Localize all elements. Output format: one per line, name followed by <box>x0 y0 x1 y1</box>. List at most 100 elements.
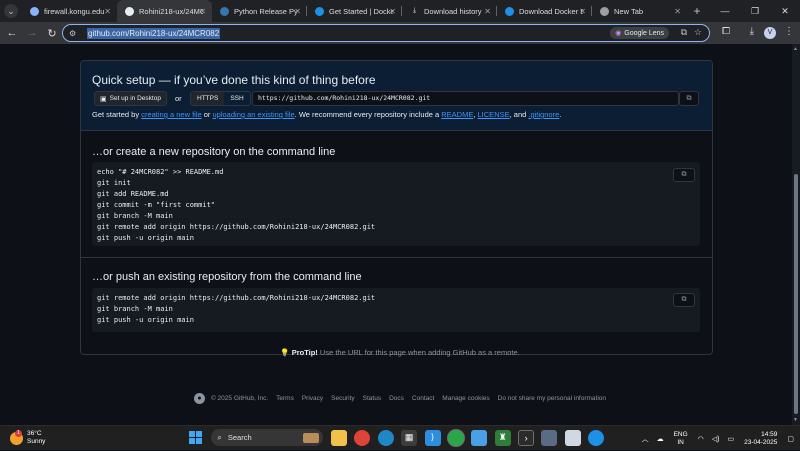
https-button[interactable]: HTTPS <box>191 92 225 105</box>
tab-github-repo[interactable]: Rohini218-ux/24MCR082 ✕ <box>117 0 212 22</box>
scroll-down-icon[interactable]: ▼ <box>793 417 798 423</box>
close-icon[interactable]: ✕ <box>484 7 491 16</box>
notification-icon[interactable]: ▢ <box>787 435 794 443</box>
address-bar[interactable]: ⚙ github.com/Rohini218-ux/24MCR082 ◉ Goo… <box>62 24 710 42</box>
vscode-icon[interactable]: ⟩ <box>424 429 441 446</box>
page-scrollbar[interactable]: ▲ ▼ <box>792 44 800 425</box>
push-existing-repo-code[interactable]: git remote add origin https://github.com… <box>92 288 700 332</box>
chevron-up-icon[interactable]: ︿ <box>642 434 649 444</box>
maximize-button[interactable]: ❐ <box>740 0 770 22</box>
chrome-icon[interactable] <box>447 429 464 446</box>
profile-avatar[interactable]: V <box>764 27 776 39</box>
ssh-button[interactable]: SSH <box>224 92 249 105</box>
github-logo-icon[interactable]: ● <box>193 393 205 404</box>
file-explorer-icon[interactable] <box>331 429 348 446</box>
tab-download-history[interactable]: ⤓ Download history ✕ <box>402 0 497 22</box>
forward-button[interactable]: → <box>22 27 42 39</box>
chrome-icon[interactable] <box>354 429 371 446</box>
footer-link-privacy[interactable]: Privacy <box>302 395 323 402</box>
scroll-up-icon[interactable]: ▲ <box>793 46 798 52</box>
close-icon[interactable]: ✕ <box>674 7 681 16</box>
windows-start-icon[interactable] <box>188 430 204 446</box>
copy-code-button[interactable]: ⧉ <box>673 293 695 307</box>
download-icon[interactable]: ⤓ <box>750 26 754 37</box>
setup-in-desktop-button[interactable]: ▣ Set up in Desktop <box>94 91 167 106</box>
install-app-icon[interactable]: ⧉ <box>681 27 687 38</box>
edge-icon[interactable] <box>377 429 394 446</box>
app-icon[interactable] <box>541 429 558 446</box>
footer-link-docs[interactable]: Docs <box>389 395 404 402</box>
footer-link-contact[interactable]: Contact <box>412 395 434 402</box>
setup-in-desktop-label: Set up in Desktop <box>109 95 161 102</box>
notepad-icon[interactable] <box>471 429 488 446</box>
protip-label: ProTip! <box>291 348 318 357</box>
store-icon[interactable]: ▦ <box>401 429 418 446</box>
tab-firewall[interactable]: firewall.kongu.edu ✕ <box>22 0 117 22</box>
code-line: git branch -M main <box>97 212 173 220</box>
tab-new-tab[interactable]: New Tab ✕ <box>592 0 687 22</box>
date: 23-04-2025 <box>744 438 778 446</box>
tab-docker-get-started[interactable]: Get Started | Docker ✕ <box>307 0 402 22</box>
close-icon[interactable]: ✕ <box>294 7 301 16</box>
github-icon <box>125 6 134 16</box>
create-new-repo-code[interactable]: echo "# 24MCR082" >> README.md git init … <box>92 162 700 246</box>
upload-file-link[interactable]: uploading an existing file <box>213 110 295 119</box>
scrollbar-thumb[interactable] <box>794 174 798 414</box>
tab-search-button[interactable]: ⌄ <box>0 0 22 22</box>
back-button[interactable]: ← <box>2 27 22 39</box>
readme-link[interactable]: README <box>441 110 473 119</box>
cloud-icon[interactable]: ☁ <box>657 435 664 443</box>
tab-label: Download history <box>424 6 482 16</box>
language-indicator[interactable]: ENG IN <box>674 431 688 447</box>
footer-link-do-not-share[interactable]: Do not share my personal information <box>498 395 606 402</box>
code-line: git push -u origin main <box>97 316 194 324</box>
tab-python-release[interactable]: Python Release Python ✕ <box>212 0 307 22</box>
gitignore-link[interactable]: .gitignore <box>528 110 559 119</box>
footer-link-security[interactable]: Security <box>331 395 354 402</box>
code-line: git add README.md <box>97 190 169 198</box>
volume-icon[interactable]: ◁) <box>712 435 720 443</box>
extensions-icon[interactable]: ⧠ <box>722 26 730 37</box>
copy-code-button[interactable]: ⧉ <box>673 168 695 182</box>
tab-label: firewall.kongu.edu <box>44 6 105 16</box>
site-info-icon[interactable]: ⚙ <box>69 29 83 38</box>
close-icon[interactable]: ✕ <box>579 7 586 16</box>
taskbar-search[interactable]: ⌕ Search <box>211 429 324 446</box>
clock[interactable]: 14:59 23-04-2025 <box>744 431 777 447</box>
reload-button[interactable]: ↻ <box>42 27 62 40</box>
battery-icon[interactable]: ▭ <box>728 435 735 443</box>
footer-link-status[interactable]: Status <box>363 395 381 402</box>
editor-icon[interactable] <box>564 429 581 446</box>
quick-setup-help: Get started by creating a new file or up… <box>92 110 561 119</box>
tab-label: Python Release Python <box>234 6 298 16</box>
menu-icon[interactable]: ⋮ <box>784 26 794 37</box>
bookmark-star-icon[interactable]: ☆ <box>694 27 702 38</box>
lens-icon: ◉ <box>615 30 622 37</box>
windows-taskbar: 1 36°C Sunny ⌕ Search ▦ ⟩ ♜ › ︿ ☁ ENG IN… <box>0 425 800 450</box>
help-text: or <box>201 110 213 119</box>
tab-label: Rohini218-ux/24MCR082 <box>139 6 203 16</box>
docker-icon[interactable] <box>588 429 605 446</box>
minimize-button[interactable]: — <box>710 0 740 22</box>
footer-link-terms[interactable]: Terms <box>276 395 294 402</box>
footer-link-manage-cookies[interactable]: Manage cookies <box>442 395 489 402</box>
new-tab-button[interactable]: + <box>687 4 707 18</box>
app-icon[interactable]: ♜ <box>494 429 511 446</box>
address-text[interactable]: github.com/Rohini218-ux/24MCR082 <box>87 27 221 39</box>
license-link[interactable]: LICENSE <box>478 110 510 119</box>
weather-widget[interactable]: 1 36°C Sunny <box>10 429 45 446</box>
repo-setup-box: Quick setup — if you’ve done this kind o… <box>80 60 713 355</box>
create-new-file-link[interactable]: creating a new file <box>141 110 201 119</box>
clone-url-field[interactable]: https://github.com/Rohini218-ux/24MCR082… <box>252 91 679 106</box>
protip: 💡 ProTip! Use the URL for this page when… <box>0 348 800 357</box>
copy-url-button[interactable]: ⧉ <box>679 91 699 106</box>
terminal-icon[interactable]: › <box>518 429 535 446</box>
close-window-button[interactable]: ✕ <box>770 0 800 22</box>
close-icon[interactable]: ✕ <box>389 7 396 16</box>
help-text: Get started by <box>92 110 142 119</box>
close-icon[interactable]: ✕ <box>104 7 111 16</box>
google-lens-button[interactable]: ◉ Google Lens <box>610 27 669 39</box>
tab-download-docker[interactable]: Download Docker Desktop ✕ <box>497 0 592 22</box>
wifi-icon[interactable]: ◠ <box>698 435 704 443</box>
close-icon[interactable]: ✕ <box>199 7 206 16</box>
